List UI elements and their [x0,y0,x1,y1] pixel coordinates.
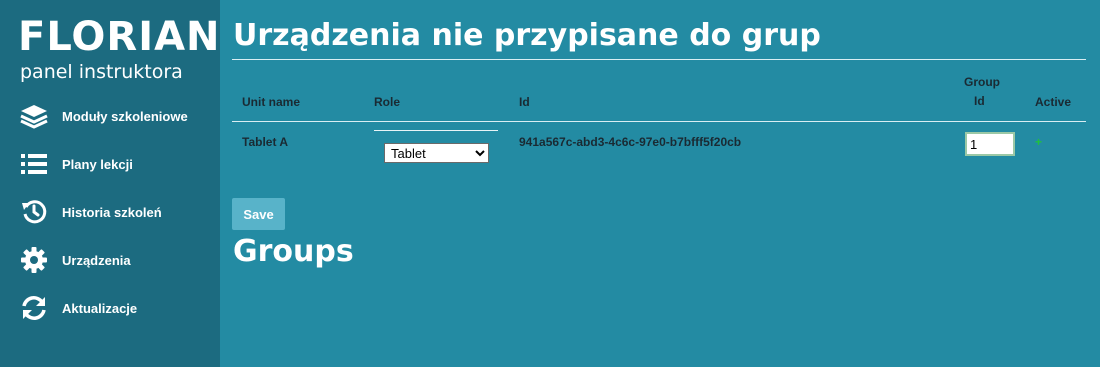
sidebar-item-lesson-plans[interactable]: Plany lekcji [0,140,220,188]
gear-icon [20,246,48,274]
sidebar-item-modules[interactable]: Moduły szkoleniowe [0,92,220,140]
header-group-id-line2: Id [974,94,985,108]
header-divider [232,121,1086,122]
header-unit-name: Unit name [242,95,301,109]
brand-subtitle: panel instruktora [20,61,183,83]
sidebar-item-label: Plany lekcji [62,156,133,172]
role-select[interactable]: Tablet [384,143,489,163]
refresh-icon [20,294,48,322]
list-icon [20,150,48,178]
cell-unit-name: Tablet A [242,135,289,149]
header-active: Active [1035,95,1072,109]
title-divider [232,59,1086,60]
header-group-id-line1: Group [964,75,1000,89]
sidebar-item-devices[interactable]: Urządzenia [0,236,220,284]
sidebar-nav: Moduły szkoleniowe Plany lekcji Historia… [0,92,220,332]
header-role: Role [374,95,401,109]
sidebar-item-label: Aktualizacje [62,300,138,316]
header-id: Id [519,95,530,109]
active-indicator[interactable]: + [1035,135,1042,149]
layers-icon [20,102,48,130]
role-divider [374,130,498,131]
sidebar: FLORIAN panel instruktora Moduły szkolen… [0,0,220,367]
cell-device-id: 941a567c-abd3-4c6c-97e0-b7bfff5f20cb [519,135,742,149]
sidebar-item-updates[interactable]: Aktualizacje [0,284,220,332]
page-title: Urządzenia nie przypisane do grup [233,18,821,53]
groups-title: Groups [233,234,354,269]
save-button[interactable]: Save [232,198,285,230]
group-id-input[interactable] [965,132,1015,156]
brand-title: FLORIAN [18,14,221,60]
sidebar-item-label: Moduły szkoleniowe [62,108,188,124]
sidebar-item-label: Historia szkoleń [62,204,162,220]
sidebar-item-training-history[interactable]: Historia szkoleń [0,188,220,236]
history-icon [20,198,48,226]
sidebar-item-label: Urządzenia [62,252,131,268]
